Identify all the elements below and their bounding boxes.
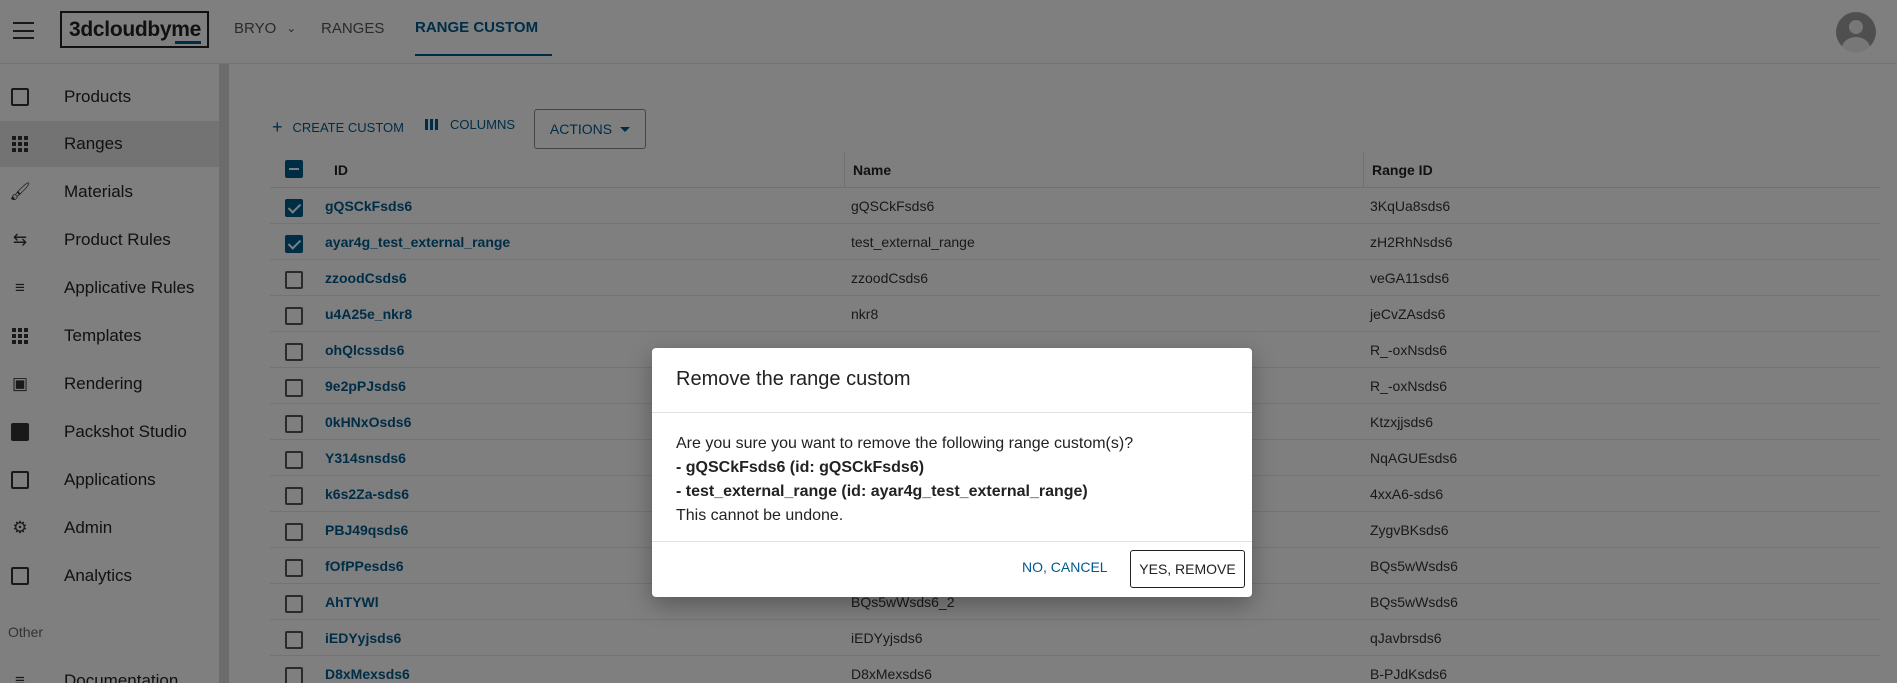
confirm-remove-button[interactable]: YES, REMOVE: [1130, 550, 1245, 588]
dialog-question: Are you sure you want to remove the foll…: [676, 435, 1134, 452]
cancel-button[interactable]: NO, CANCEL: [1022, 559, 1108, 575]
dialog-divider: [652, 541, 1252, 542]
dialog-warning: This cannot be undone.: [676, 507, 844, 524]
dialog-item: - gQSCkFsds6 (id: gQSCkFsds6): [676, 459, 925, 476]
dialog-title: Remove the range custom: [676, 368, 911, 390]
dialog-divider: [652, 412, 1252, 413]
remove-dialog: Remove the range custom Are you sure you…: [652, 348, 1252, 597]
dialog-body: Are you sure you want to remove the foll…: [676, 432, 1133, 528]
dialog-item: - test_external_range (id: ayar4g_test_e…: [676, 483, 1088, 500]
